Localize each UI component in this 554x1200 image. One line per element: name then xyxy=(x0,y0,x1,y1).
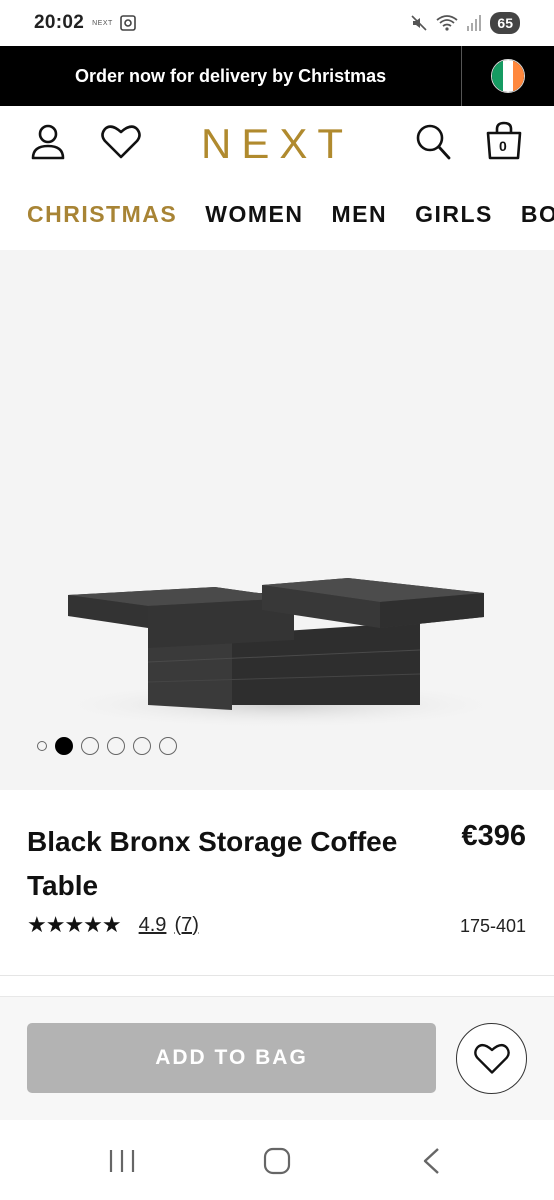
back-icon[interactable] xyxy=(420,1147,444,1175)
product-title: Black Bronx Storage Coffee Table xyxy=(27,826,398,901)
wifi-icon xyxy=(436,15,458,31)
home-icon[interactable] xyxy=(263,1147,291,1175)
divider xyxy=(0,975,554,976)
nav-item-women[interactable]: WOMEN xyxy=(205,201,303,228)
status-app-label: NEXT xyxy=(92,19,113,27)
add-to-bag-button[interactable]: ADD TO BAG xyxy=(27,1023,436,1093)
status-bar: 20:02 NEXT 65 xyxy=(0,0,554,46)
heart-icon xyxy=(473,1043,510,1074)
rating-value[interactable]: 4.9 xyxy=(139,914,167,937)
battery-indicator: 65 xyxy=(490,12,520,34)
status-time: 20:02 xyxy=(34,12,85,33)
gallery-dot[interactable] xyxy=(37,741,47,751)
add-to-bag-bar: ADD TO BAG xyxy=(0,996,554,1120)
rating-stars: ★★★★★ xyxy=(27,912,122,937)
gallery-dot[interactable] xyxy=(133,737,151,755)
product-gallery[interactable] xyxy=(0,250,554,790)
promo-banner[interactable]: Order now for delivery by Christmas xyxy=(0,46,554,106)
gallery-dot[interactable] xyxy=(107,737,125,755)
promo-text[interactable]: Order now for delivery by Christmas xyxy=(0,66,461,87)
nav-item-christmas[interactable]: CHRISTMAS xyxy=(27,201,177,228)
signal-icon xyxy=(467,15,482,31)
search-icon xyxy=(416,124,451,160)
gallery-dot[interactable] xyxy=(159,737,177,755)
nav-item-men[interactable]: MEN xyxy=(331,201,387,228)
country-selector[interactable] xyxy=(462,59,554,93)
bag-button[interactable]: 0 xyxy=(484,120,524,162)
mute-icon xyxy=(411,15,427,31)
rating-count-link[interactable]: (7) xyxy=(174,914,198,937)
brand-logo[interactable]: NEXT xyxy=(0,120,554,168)
nav-item-girls[interactable]: GIRLS xyxy=(415,201,493,228)
header: NEXT 0 xyxy=(0,106,554,178)
bag-count: 0 xyxy=(499,138,507,154)
gallery-dot-active[interactable] xyxy=(55,737,73,755)
recent-apps-icon[interactable] xyxy=(108,1148,136,1174)
rating-row: ★★★★★ 4.9 (7) xyxy=(27,912,207,938)
screenshot-icon xyxy=(119,15,136,31)
category-nav: CHRISTMAS WOMEN MEN GIRLS BOYS xyxy=(0,188,554,240)
item-code: 175-401 xyxy=(459,916,526,936)
product-image[interactable] xyxy=(0,250,554,790)
save-favourite-button[interactable] xyxy=(456,1023,527,1094)
gallery-dot[interactable] xyxy=(81,737,99,755)
product-price: €396 xyxy=(461,820,526,852)
gallery-pagination xyxy=(37,737,177,755)
search-button[interactable] xyxy=(413,122,453,162)
system-nav-bar xyxy=(0,1122,554,1200)
nav-item-boys[interactable]: BOYS xyxy=(521,201,554,228)
ireland-flag-icon[interactable] xyxy=(491,59,526,93)
